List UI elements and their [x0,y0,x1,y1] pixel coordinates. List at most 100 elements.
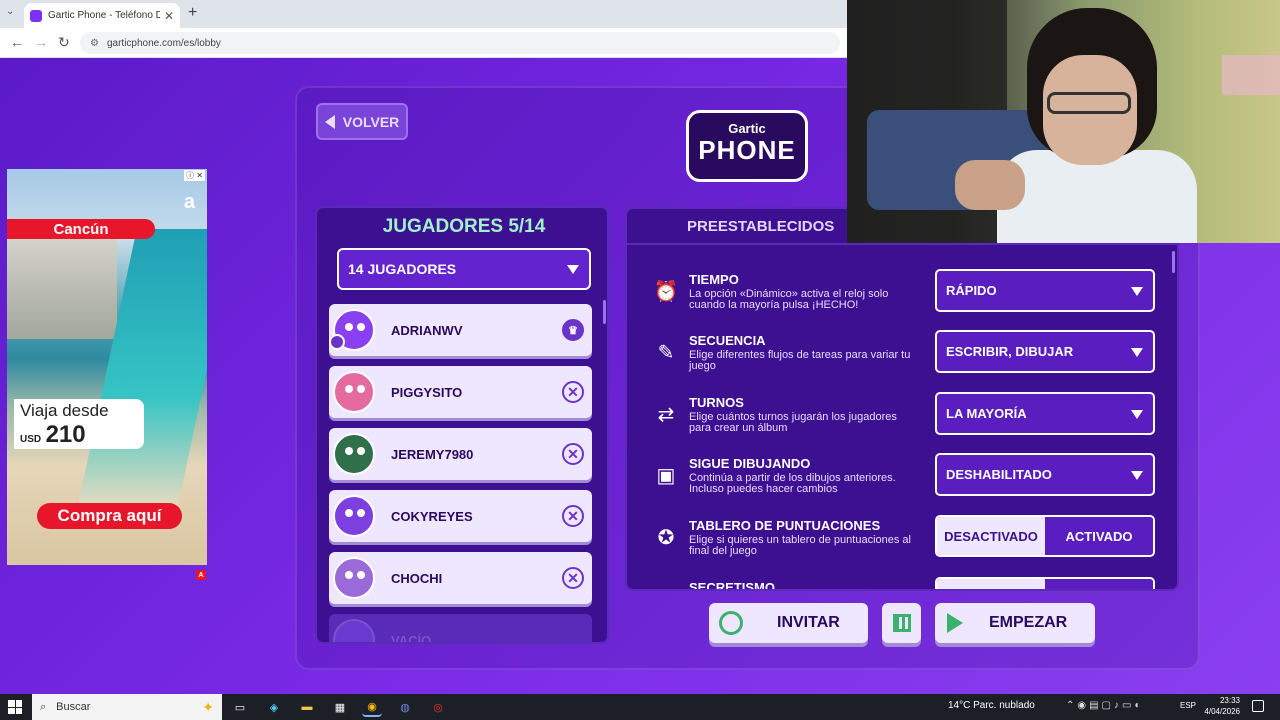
taskbar-search[interactable]: ⌕ Buscar ✦ [32,694,222,720]
forward-arrow-icon[interactable]: → [34,34,48,50]
chevron-down-icon [567,265,579,274]
setting-title: SIGUE DIBUJANDO [689,456,811,471]
player-row: JEREMY7980 ✕ [329,428,592,480]
ad-destination: Cancún [7,219,155,239]
reload-icon[interactable]: ↻ [58,34,70,51]
players-scrollbar[interactable] [603,300,606,324]
player-count-select[interactable]: 14 JUGADORES [337,248,591,290]
setting-title: SECRETISMO [689,580,775,591]
webcam-overlay [847,0,1280,243]
task-view-icon[interactable]: ▭ [230,697,250,717]
copilot-icon[interactable]: ◈ [264,697,284,717]
file-explorer-icon[interactable]: ▬ [297,697,317,717]
logo-top-text: Gartic [728,121,766,136]
windows-start-icon[interactable] [8,700,22,714]
qr-code-button[interactable] [882,603,921,643]
ad-choices-badge[interactable]: A [196,570,206,580]
start-label: EMPEZAR [989,614,1068,631]
tab-title: Gartic Phone - Teléfono Descon [48,10,160,21]
setting-scoreboard: ✪ TABLERO DE PUNTUACIONES Elige si quier… [649,515,1159,565]
player-name: CHOCHI [391,570,443,586]
turns-select[interactable]: LA MAYORÍA [935,392,1155,435]
obs-icon[interactable]: ◎ [428,697,448,717]
scoreboard-off-option[interactable]: DESACTIVADO [937,517,1045,555]
back-arrow-icon[interactable]: ← [10,34,24,50]
webcam-glasses [1047,92,1131,114]
ad-buy-button[interactable]: Compra aquí [37,503,182,529]
setting-desc: Elige si quieres un tablero de puntuacio… [689,534,911,557]
invite-button[interactable]: INVITAR [709,603,868,643]
setting-desc: Elige cuántos turnos jugarán los jugador… [689,411,897,434]
notifications-icon[interactable] [1252,700,1264,712]
kick-player-icon[interactable]: ✕ [562,505,584,527]
chrome-icon[interactable]: ◉ [362,697,382,717]
browser-tab[interactable]: Gartic Phone - Teléfono Descon ✕ [24,3,180,28]
scoreboard-toggle[interactable]: DESACTIVADO ACTIVADO [935,515,1155,557]
player-count-value: 14 JUGADORES [348,261,457,277]
turns-value: LA MAYORÍA [946,406,1027,421]
taskbar-search-label: Buscar [56,701,91,713]
player-row: ADRIANWV ♛ [329,304,592,356]
crown-icon: ♛ [562,319,584,341]
sequence-select[interactable]: ESCRIBIR, DIBUJAR [935,330,1155,373]
secrecy-on-option[interactable] [1045,579,1153,589]
store-icon[interactable]: ▦ [330,697,350,717]
url-field[interactable]: ⚙ garticphone.com/es/lobby [80,32,840,54]
new-tab-icon[interactable]: + [188,4,197,22]
kick-player-icon[interactable]: ✕ [562,381,584,403]
ad-amount: 210 [45,421,86,448]
sparkle-icon: ✦ [202,698,214,715]
scoreboard-on-option[interactable]: ACTIVADO [1045,517,1153,555]
player-avatar [333,433,375,475]
time-select[interactable]: RÁPIDO [935,269,1155,312]
brush-chat-icon: ✎ [657,342,675,364]
settings-panel: PREESTABLECIDOS ⏰ TIEMPO La opción «Diná… [625,207,1179,591]
setting-time: ⏰ TIEMPO La opción «Dinámico» activa el … [649,269,1159,319]
secrecy-toggle[interactable] [935,577,1155,589]
player-name: COKYREYES [391,508,473,524]
webcam-hands [955,160,1025,210]
chevron-down-icon [1131,286,1143,296]
turns-icon: ⇄ [657,404,675,426]
keep-drawing-value: DESHABILITADO [946,467,1052,482]
ad-price-box: Viaja desde USD 210 [14,399,144,449]
sequence-value: ESCRIBIR, DIBUJAR [946,344,1074,359]
url-text: garticphone.com/es/lobby [106,37,221,49]
back-button-label: VOLVER [342,113,400,130]
setting-keep-drawing: ▣ SIGUE DIBUJANDO Continúa a partir de l… [649,453,1159,503]
kick-player-icon[interactable]: ✕ [562,567,584,589]
start-button[interactable]: EMPEZAR [935,603,1095,643]
settings-scrollbar[interactable] [1172,251,1175,273]
setting-secrecy: SECRETISMO [649,577,1159,591]
player-name: ADRIANWV [391,322,463,338]
secrecy-off-option[interactable] [937,579,1045,589]
gartic-favicon-icon [30,9,42,22]
setting-sequence: ✎ SECUENCIA Elige diferentes flujos de t… [649,330,1159,380]
tab-list-icon[interactable]: ⌄ [6,6,14,17]
empty-slot-row: VACÍO [329,614,592,642]
player-row: PIGGYSITO ✕ [329,366,592,418]
tab-close-icon[interactable]: ✕ [164,9,174,23]
discord-icon[interactable]: ◍ [395,697,415,717]
ad-info-icon[interactable]: ⓘ ✕ [184,170,205,181]
player-avatar [333,371,375,413]
medal-icon: ✪ [657,527,675,549]
keep-drawing-select[interactable]: DESHABILITADO [935,453,1155,496]
language-indicator[interactable]: ESP [1180,701,1196,710]
player-row: COKYREYES ✕ [329,490,592,542]
ad-banner[interactable]: ⓘ ✕ a Cancún Viaja desde USD 210 Compra … [7,169,207,565]
players-panel: JUGADORES 5/14 14 JUGADORES ADRIANWV ♛ P… [315,206,609,644]
gartic-phone-logo: Gartic PHONE [686,110,808,182]
site-info-icon[interactable]: ⚙ [90,38,99,49]
ad-hotel-image [7,229,117,339]
play-icon [947,613,963,633]
player-name: JEREMY7980 [391,446,474,462]
players-title: JUGADORES 5/14 [382,216,546,237]
clock[interactable]: 23:33 4/04/2026 [1204,695,1240,717]
kick-player-icon[interactable]: ✕ [562,443,584,465]
system-tray-icons[interactable]: ⌃◉▤▢♪▭◐ [1066,700,1144,711]
back-button[interactable]: VOLVER [316,103,408,140]
ad-currency: USD [20,434,42,445]
weather-widget[interactable]: 14°C Parc. nublado [948,700,1035,711]
host-user-icon [329,334,345,350]
